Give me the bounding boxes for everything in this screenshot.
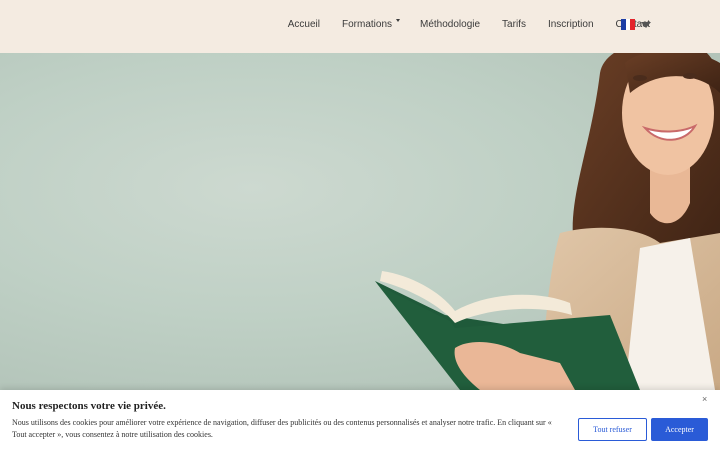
refuse-all-button[interactable]: Tout refuser: [578, 418, 647, 441]
eye-right: [683, 73, 697, 79]
navbar: Accueil Formations Méthodologie Tarifs I…: [0, 0, 720, 53]
flag-fr-icon: [621, 19, 636, 30]
cookie-title: Nous respectons votre vie privée.: [12, 400, 166, 412]
hero-banner: [0, 53, 720, 390]
language-selector[interactable]: [621, 19, 651, 30]
eye-left: [633, 75, 647, 81]
cookie-banner: Nous respectons votre vie privée. Nous u…: [0, 390, 720, 450]
nav-link-inscription[interactable]: Inscription: [548, 19, 594, 30]
main-nav: Accueil Formations Méthodologie Tarifs I…: [266, 0, 650, 48]
caret-down-icon: [396, 18, 400, 22]
close-icon[interactable]: ×: [702, 394, 707, 404]
nav-link-formations-label: Formations: [341, 18, 392, 30]
cookie-text: Nous utilisons des cookies pour améliore…: [12, 418, 552, 439]
nav-link-tarifs[interactable]: Tarifs: [502, 19, 526, 30]
nav-link-methodologie[interactable]: Méthodologie: [420, 19, 480, 30]
nav-link-formations[interactable]: Formations: [341, 18, 400, 30]
chevron-down-icon: [641, 21, 651, 28]
accept-button[interactable]: Accepter: [651, 418, 708, 441]
nav-link-accueil[interactable]: Accueil: [288, 19, 320, 30]
hero-image: [375, 53, 720, 390]
